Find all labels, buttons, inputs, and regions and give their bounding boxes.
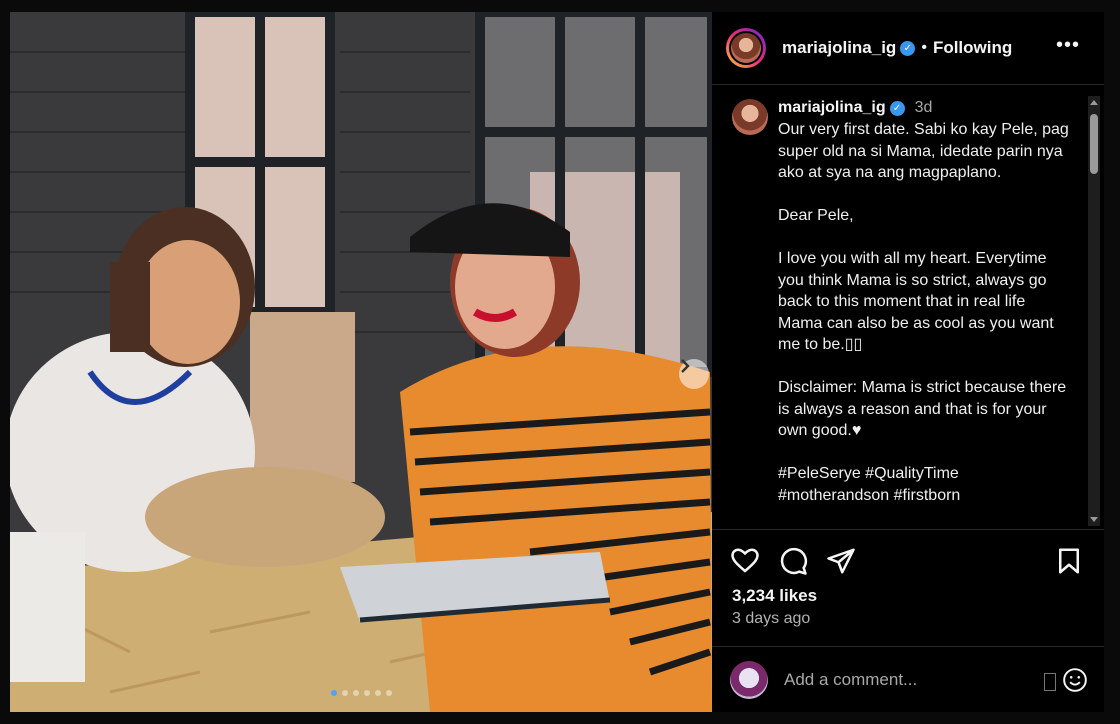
comment-input[interactable] [782, 669, 1026, 691]
likes-count[interactable]: 3,234 likes [732, 586, 817, 606]
comment-icon[interactable] [778, 546, 808, 576]
verified-badge-icon: ✓ [900, 40, 916, 56]
post-actions: 3,234 likes 3 days ago [712, 529, 1104, 713]
my-avatar [730, 661, 768, 699]
carousel-dot [352, 690, 359, 696]
caption-paragraph: Disclaimer: Mama is strict because there… [778, 379, 1067, 439]
post-sidebar: mariajolina_ig ✓ • Following ••• mariajo… [712, 12, 1104, 712]
avatar[interactable] [726, 28, 766, 68]
caption-text: mariajolina_ig ✓ 3d Our very first date. S… [778, 97, 1070, 528]
caption-paragraph: I love you with all my heart. Everytime … [778, 250, 1054, 353]
verified-badge-icon: ✓ [889, 101, 905, 116]
more-options-icon[interactable]: ••• [1056, 34, 1080, 57]
next-slide-button[interactable] [679, 359, 709, 389]
caption-avatar[interactable] [732, 99, 768, 135]
post-time-short[interactable]: 3d [915, 99, 933, 116]
following-button[interactable]: Following [933, 38, 1012, 58]
spin-control[interactable] [1044, 673, 1056, 691]
carousel-dot [341, 690, 348, 696]
comment-bar [712, 646, 1104, 714]
follow-separator: • [921, 39, 927, 56]
caption-hashtags[interactable]: #PeleSerye #QualityTime #motherandson #f… [778, 463, 1070, 506]
carousel-dot [374, 690, 381, 696]
header-username[interactable]: mariajolina_ig [782, 38, 896, 58]
chevron-right-icon [681, 359, 690, 373]
caption-paragraph: Dear Pele, [778, 207, 854, 224]
emoji-icon[interactable] [1062, 667, 1088, 693]
carousel-dot [363, 690, 370, 696]
caption-scrollbar[interactable] [1088, 96, 1100, 526]
post-photo[interactable] [10, 12, 712, 712]
post-header: mariajolina_ig ✓ • Following ••• [712, 12, 1104, 85]
caption-paragraph: Our very first date. Sabi ko kay Pele, p… [778, 121, 1069, 181]
heart-icon[interactable] [730, 546, 760, 576]
carousel-dot [330, 690, 337, 696]
caption-username[interactable]: mariajolina_ig [778, 99, 886, 116]
carousel-indicator [10, 690, 712, 696]
photo-image [10, 12, 712, 712]
carousel-dot [385, 690, 392, 696]
send-icon[interactable] [826, 546, 856, 576]
caption-area: mariajolina_ig ✓ 3d Our very first date. S… [712, 85, 1087, 529]
post-date[interactable]: 3 days ago [732, 610, 810, 628]
bookmark-icon[interactable] [1054, 546, 1084, 576]
